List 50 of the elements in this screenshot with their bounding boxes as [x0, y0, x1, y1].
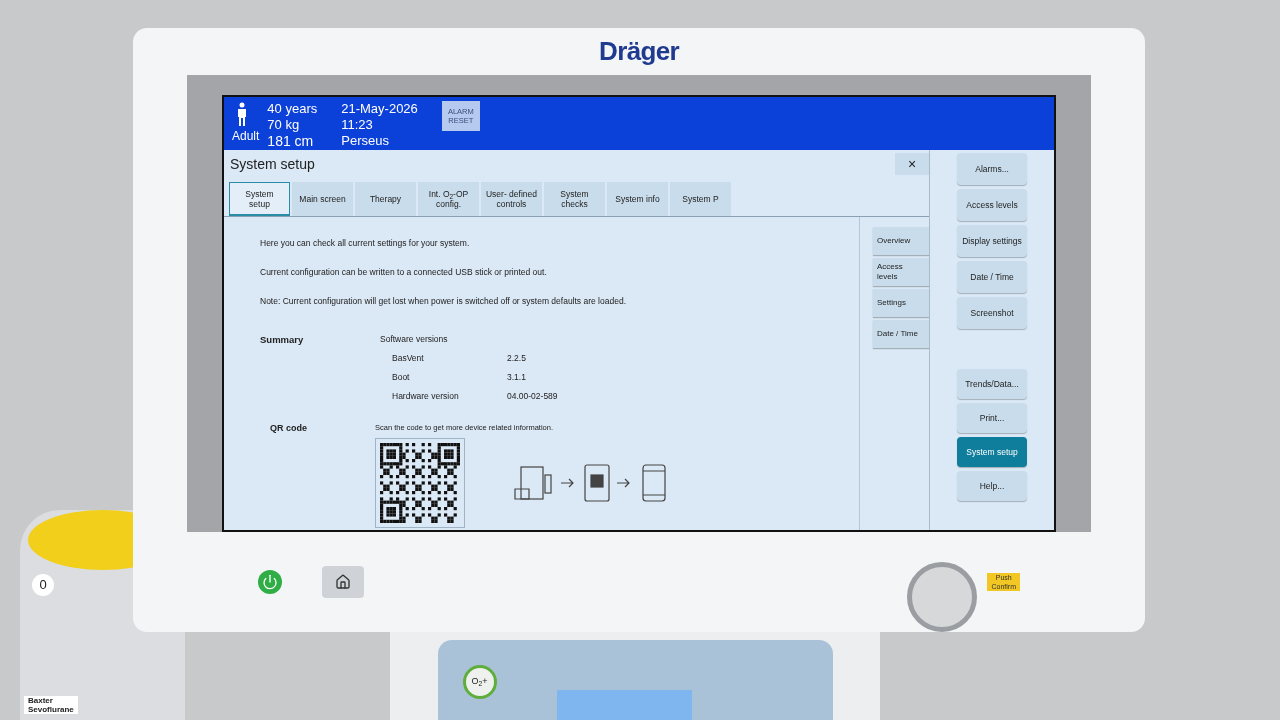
menu-button[interactable]: Display settings	[957, 225, 1027, 257]
patient-age: 40 years	[267, 101, 318, 117]
menu-button[interactable]: Print...	[957, 403, 1027, 433]
version-value: 04.00-02-589	[507, 389, 558, 403]
menu-button[interactable]: Alarms...	[957, 153, 1027, 185]
info-text: Current configuration can be written to a connected USB stick or printed out.	[260, 265, 548, 279]
tab[interactable]: System setup	[229, 182, 290, 216]
vaporizer-label: Baxter Sevoflurane	[24, 696, 78, 714]
tab[interactable]: System info	[607, 182, 668, 216]
menu-button[interactable]: Help...	[957, 471, 1027, 501]
device-name: Perseus	[341, 133, 390, 149]
oxygen-flush-button[interactable]: O$_{2}$+	[462, 665, 497, 699]
tab[interactable]: Main screen	[292, 182, 353, 216]
version-name: Hardware version	[392, 389, 460, 403]
tab[interactable]: Int. O$_{2}$-OP config.	[418, 182, 479, 216]
home-icon	[335, 574, 351, 590]
version-value: 2.2.5	[507, 352, 526, 365]
subheading: Software versions	[380, 333, 449, 346]
info-text: Note: Current configuration will get lost when power is switched off or system defaults are loaded.	[260, 294, 627, 308]
tab[interactable]: System P	[670, 182, 731, 216]
menu-button[interactable]: Access levels	[957, 189, 1027, 221]
menu-button[interactable]: System setup	[957, 437, 1027, 467]
version-name: BasVent	[392, 352, 425, 365]
time-text: 11:23	[341, 117, 374, 133]
section-heading: Summary	[260, 333, 305, 348]
power-icon[interactable]	[258, 570, 282, 594]
section-button[interactable]: Date / Time	[873, 320, 929, 348]
menu-button[interactable]: Screenshot	[957, 297, 1027, 329]
patient-category: Adult	[232, 128, 260, 145]
person-icon	[236, 101, 248, 127]
patient-height: 181 cm	[267, 133, 315, 149]
section-heading: QR code	[269, 422, 308, 436]
dial-marker: 0	[32, 574, 54, 596]
version-value: 3.1.1	[507, 370, 526, 384]
dialog-title: System setup	[230, 154, 315, 174]
section-button[interactable]: Settings	[873, 289, 929, 317]
brand-logo: Dräger	[599, 35, 679, 68]
date-text: 21-May-2026	[341, 101, 418, 117]
version-name: Boot	[392, 370, 411, 384]
menu-button[interactable]: Date / Time	[957, 261, 1027, 293]
section-button[interactable]: Access levels	[873, 258, 929, 286]
tab[interactable]: System checks	[544, 182, 605, 216]
close-button[interactable]: ×	[895, 153, 929, 175]
patient-weight: 70 kg	[267, 117, 301, 133]
section-button[interactable]: Overview	[873, 227, 929, 255]
home-button[interactable]	[322, 566, 364, 598]
info-text: Here you can check all current settings for your system.	[260, 237, 471, 250]
tab[interactable]: Therapy	[355, 182, 416, 216]
tab[interactable]: User- defined controls	[481, 182, 542, 216]
menu-button[interactable]: Trends/Data...	[957, 369, 1027, 399]
